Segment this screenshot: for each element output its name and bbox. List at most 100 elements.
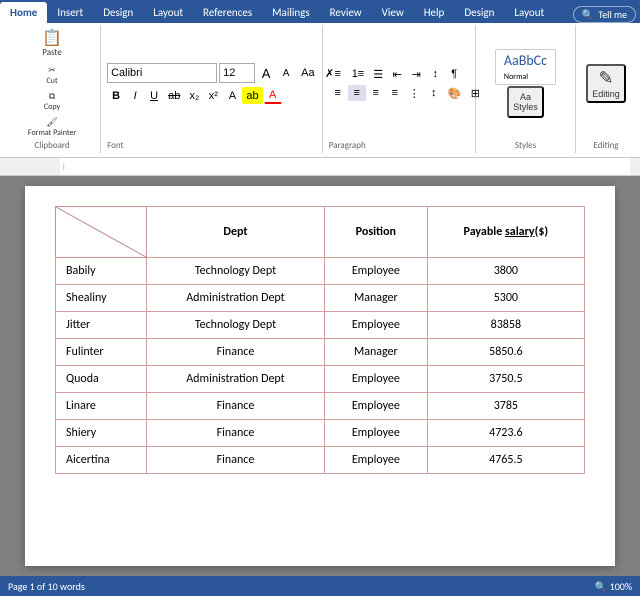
salary-header: Payable salary($) [427, 207, 584, 258]
clipboard-group: 📋 Paste ✂ Cut ⧉ Copy 🖌 Format Painter Cl… [4, 25, 101, 153]
paste-icon: 📋 [42, 31, 62, 47]
tab-design[interactable]: Design [93, 2, 143, 23]
sort-button[interactable]: ↕ [426, 66, 444, 82]
bullets-button[interactable]: ≡ [329, 66, 347, 82]
format-painter-icon: 🖌 [46, 117, 57, 128]
position-cell: Employee [324, 366, 427, 393]
copy-icon: ⧉ [49, 91, 55, 102]
shading-button[interactable]: 🎨 [444, 85, 466, 102]
position-cell: Employee [324, 447, 427, 474]
tell-me-label: Tell me [598, 8, 627, 21]
salary-cell: 4723.6 [427, 420, 584, 447]
numbering-button[interactable]: 1≡ [348, 66, 369, 82]
name-cell: Aicertina [56, 447, 147, 474]
tab-bar: Home Insert Design Layout References Mai… [0, 0, 640, 23]
justify-button[interactable]: ≡ [386, 85, 404, 101]
name-cell: Linare [56, 393, 147, 420]
increase-indent-button[interactable]: ⇥ [407, 66, 425, 83]
align-right-button[interactable]: ≡ [367, 85, 385, 101]
text-effects-button[interactable]: A [223, 87, 241, 104]
salary-cell: 3750.5 [427, 366, 584, 393]
styles-button[interactable]: Aa Styles [507, 86, 544, 118]
paragraph-label: Paragraph [329, 140, 366, 151]
strikethrough-button[interactable]: ab [164, 87, 184, 104]
styles-content: AaBbCc Normal Aa Styles [495, 27, 556, 140]
styles-group-label: Styles [515, 140, 536, 151]
words-status: 0 words [53, 580, 85, 593]
tab-home[interactable]: Home [0, 2, 47, 23]
salary-cell: 5850.6 [427, 339, 584, 366]
styles-group: AaBbCc Normal Aa Styles Styles [476, 25, 576, 153]
list-row: ≡ 1≡ ☰ ⇤ ⇥ ↕ ¶ [329, 66, 464, 83]
styles-icon: Aa [520, 92, 531, 102]
tab-design2[interactable]: Design [454, 2, 504, 23]
table-row: Babily Technology Dept Employee 3800 [56, 258, 585, 285]
name-cell: Babily [56, 258, 147, 285]
tab-layout[interactable]: Layout [143, 2, 193, 23]
cut-icon: ✂ [48, 65, 56, 76]
styles-gallery[interactable]: AaBbCc Normal [495, 49, 556, 85]
font-name-row: A A Aa ✗ [107, 63, 338, 83]
editing-content: ✎ Editing [586, 27, 626, 140]
table-row: Linare Finance Employee 3785 [56, 393, 585, 420]
tab-view[interactable]: View [372, 2, 414, 23]
line-spacing-button[interactable]: ↕ [425, 85, 443, 101]
status-bar: Page 1 of 1 0 words 🔍 100% [0, 576, 640, 596]
position-cell: Employee [324, 420, 427, 447]
multilevel-button[interactable]: ☰ [369, 66, 387, 83]
subscript-button[interactable]: x₂ [185, 87, 203, 104]
decrease-indent-button[interactable]: ⇤ [388, 66, 406, 83]
bold-button[interactable]: B [107, 87, 125, 104]
paste-label: Paste [42, 47, 62, 58]
tell-me-box[interactable]: 🔍 Tell me [573, 6, 636, 23]
table-row: Quoda Administration Dept Employee 3750.… [56, 366, 585, 393]
font-size-input[interactable] [219, 63, 255, 83]
position-cell: Manager [324, 285, 427, 312]
salary-cell: 5300 [427, 285, 584, 312]
paragraph-controls: ≡ 1≡ ☰ ⇤ ⇥ ↕ ¶ ≡ ≡ ≡ ≡ ⋮ ↕ 🎨 ⊞ [329, 27, 469, 140]
salary-cell: 3800 [427, 258, 584, 285]
italic-button[interactable]: I [126, 87, 144, 104]
ribbon: 📋 Paste ✂ Cut ⧉ Copy 🖌 Format Painter Cl… [0, 23, 640, 158]
change-case-button[interactable]: Aa [297, 65, 318, 81]
format-painter-button[interactable]: 🖌 Format Painter [24, 115, 80, 140]
zoom-controls[interactable]: 🔍 100% [595, 580, 632, 593]
font-name-input[interactable] [107, 63, 217, 83]
cut-label: Cut [46, 76, 57, 86]
align-row: ≡ ≡ ≡ ≡ ⋮ ↕ 🎨 ⊞ [329, 85, 485, 102]
page[interactable]: Dept Position Payable salary($) Babily T… [25, 186, 615, 566]
cut-button[interactable]: ✂ Cut [24, 63, 80, 88]
tab-help[interactable]: Help [414, 2, 455, 23]
tab-references[interactable]: References [193, 2, 262, 23]
shrink-font-button[interactable]: A [277, 66, 295, 81]
editing-group-label: Editing [593, 140, 618, 151]
show-formatting-button[interactable]: ¶ [445, 66, 463, 82]
text-highlight-button[interactable]: ab [242, 87, 262, 104]
styles-label: Styles [513, 102, 538, 112]
align-left-button[interactable]: ≡ [329, 85, 347, 101]
dept-cell: Technology Dept [147, 258, 325, 285]
superscript-button[interactable]: x² [204, 87, 222, 104]
editing-main-button[interactable]: ✎ Editing [586, 64, 626, 103]
copy-button[interactable]: ⧉ Copy [24, 89, 80, 114]
tab-insert[interactable]: Insert [47, 2, 93, 23]
table-row: Aicertina Finance Employee 4765.5 [56, 447, 585, 474]
paste-button[interactable]: 📋 Paste [34, 27, 70, 62]
ruler: | [0, 158, 640, 176]
font-format-buttons: B I U ab x₂ x² A ab A [107, 87, 282, 104]
column-button[interactable]: ⋮ [405, 85, 424, 102]
position-cell: Employee [324, 312, 427, 339]
font-controls: A A Aa ✗ B I U ab x₂ x² A ab A [107, 27, 316, 140]
grow-font-button[interactable]: A [257, 64, 275, 83]
dept-cell: Finance [147, 393, 325, 420]
tab-layout2[interactable]: Layout [504, 2, 554, 23]
align-center-button[interactable]: ≡ [348, 85, 366, 101]
dept-header: Dept [147, 207, 325, 258]
font-color-button[interactable]: A [264, 87, 282, 104]
dept-cell: Technology Dept [147, 312, 325, 339]
tab-review[interactable]: Review [320, 2, 372, 23]
position-cell: Employee [324, 393, 427, 420]
tab-mailings[interactable]: Mailings [262, 2, 320, 23]
underline-button[interactable]: U [145, 87, 163, 104]
name-cell: Shealiny [56, 285, 147, 312]
